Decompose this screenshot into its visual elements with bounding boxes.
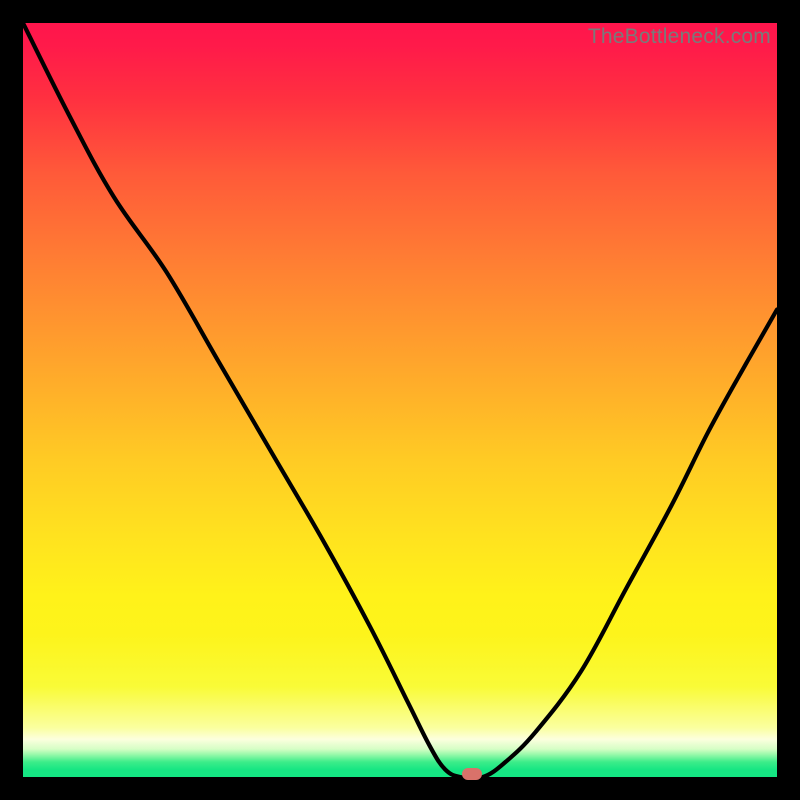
chart-frame: TheBottleneck.com [0,0,800,800]
optimal-point-marker [462,768,482,780]
plot-area: TheBottleneck.com [23,23,777,777]
bottleneck-curve [23,23,777,777]
